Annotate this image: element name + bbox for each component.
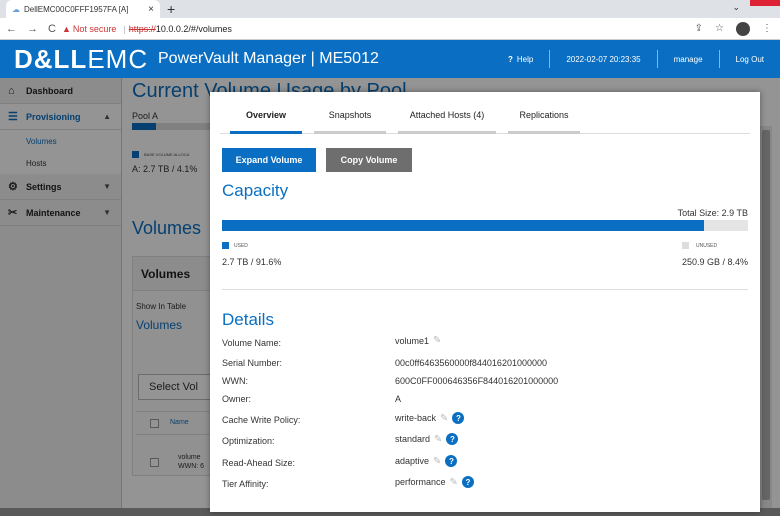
detail-label: Read-Ahead Size: — [222, 458, 296, 468]
address-bar: ← → C ▲ Not secure | https:// 10.0.0.2/#… — [0, 18, 780, 40]
user-name[interactable]: manage — [656, 50, 719, 68]
used-swatch — [222, 242, 229, 249]
tab-title: DellEMC00C0FFF1957FA [A] — [24, 4, 129, 14]
detail-label: Owner: — [222, 394, 252, 404]
detail-label: Tier Affinity: — [222, 479, 269, 489]
app-header: D&LLEMC PowerVault Manager | ME5012 ? Hel… — [0, 40, 780, 78]
copy-volume-button[interactable]: Copy Volume — [326, 148, 412, 172]
help-icon[interactable]: ? — [446, 433, 459, 445]
detail-value: adaptive ✎? — [395, 455, 458, 467]
pencil-icon[interactable]: ✎ — [450, 477, 458, 488]
share-icon[interactable]: ⇪ — [695, 23, 703, 34]
help-icon[interactable]: ? — [445, 455, 458, 467]
help-link[interactable]: ? Help — [492, 50, 549, 68]
dell-emc-logo: D&LLEMC — [14, 43, 149, 74]
forward-icon[interactable]: → — [27, 23, 38, 35]
unused-label: UNUSED — [696, 243, 718, 249]
volume-details-dialog: Overview Snapshots Attached Hosts (4) Re… — [210, 92, 760, 512]
url-text[interactable]: 10.0.0.2/#/volumes — [156, 24, 232, 34]
detail-value: performance ✎? — [395, 476, 474, 488]
profile-avatar[interactable] — [736, 21, 750, 36]
detail-value-text: performance — [395, 477, 446, 487]
detail-value-text: adaptive — [395, 456, 430, 466]
pencil-icon[interactable]: ✎ — [433, 335, 441, 346]
tab-overview[interactable]: Overview — [230, 102, 302, 134]
tab-search-icon[interactable]: ⌄ — [732, 2, 740, 13]
pencil-icon[interactable]: ✎ — [434, 434, 442, 445]
tab-bar: Overview Snapshots Attached Hosts (4) Re… — [220, 102, 750, 134]
tab-attached-hosts[interactable]: Attached Hosts (4) — [398, 102, 496, 134]
pencil-icon[interactable]: ✎ — [433, 456, 441, 467]
total-size: Total Size: 2.9 TB — [677, 208, 748, 218]
menu-icon[interactable]: ⋮ — [762, 23, 772, 34]
browser-tab-strip: ☁ DellEMC00C0FFF1957FA [A] × + ⌄ — [0, 0, 780, 18]
new-tab-button[interactable]: + — [167, 0, 175, 18]
detail-value: A — [395, 394, 401, 404]
detail-label: WWN: — [222, 376, 248, 386]
detail-value-text: A — [395, 394, 402, 404]
unused-swatch — [682, 242, 689, 249]
details-title: Details — [222, 310, 274, 329]
product-title: PowerVault Manager | ME5012 — [158, 50, 379, 67]
tab-replications[interactable]: Replications — [508, 102, 580, 134]
divider — [222, 289, 748, 290]
close-tab-icon[interactable]: × — [148, 4, 154, 15]
detail-value-text: volume1 — [395, 335, 430, 346]
detail-value-text: write-back — [395, 413, 437, 423]
warning-icon[interactable]: ▲ — [62, 24, 71, 34]
help-icon[interactable]: ? — [461, 476, 474, 488]
detail-label: Volume Name: — [222, 338, 282, 348]
detail-value-text: 600C0FF000646356F844016201000000 — [395, 376, 559, 386]
help-icon[interactable]: ? — [452, 412, 465, 424]
expand-volume-button[interactable]: Expand Volume — [222, 148, 316, 172]
system-datetime: 2022-02-07 20:23:35 — [549, 50, 656, 68]
detail-value-text: standard — [395, 434, 431, 444]
pencil-icon[interactable]: ✎ — [440, 413, 448, 424]
detail-value: volume1 ✎ — [395, 335, 441, 346]
detail-label: Cache Write Policy: — [222, 415, 301, 425]
tab-snapshots[interactable]: Snapshots — [314, 102, 386, 134]
url-scheme[interactable]: https:// — [129, 24, 156, 34]
window-close-button[interactable] — [750, 0, 780, 6]
reload-icon[interactable]: C — [48, 23, 56, 35]
capacity-bar — [222, 220, 748, 231]
unused-value: 250.9 GB / 8.4% — [681, 257, 748, 267]
detail-value: 600C0FF000646356F844016201000000 — [395, 376, 558, 386]
browser-tab[interactable]: ☁ DellEMC00C0FFF1957FA [A] × — [6, 0, 160, 18]
star-icon[interactable]: ☆ — [715, 23, 724, 34]
question-icon: ? — [507, 54, 513, 64]
detail-value: standard ✎? — [395, 433, 459, 445]
cloud-icon: ☁ — [12, 4, 20, 14]
used-value: 2.7 TB / 91.6% — [222, 257, 282, 267]
used-label: USED — [234, 243, 248, 249]
detail-value-text: 00c0ff6463560000f844016201000000 — [395, 358, 547, 368]
logout-link[interactable]: Log Out — [718, 50, 780, 68]
detail-label: Serial Number: — [222, 358, 283, 368]
detail-value: write-back ✎? — [395, 412, 465, 424]
not-secure-label[interactable]: Not secure — [73, 24, 117, 34]
divider: | — [123, 23, 126, 34]
detail-label: Optimization: — [222, 436, 275, 446]
scrollbar-thumb[interactable] — [762, 130, 770, 500]
detail-value: 00c0ff6463560000f844016201000000 — [395, 358, 547, 368]
back-icon[interactable]: ← — [6, 23, 17, 35]
capacity-title: Capacity — [222, 181, 289, 200]
